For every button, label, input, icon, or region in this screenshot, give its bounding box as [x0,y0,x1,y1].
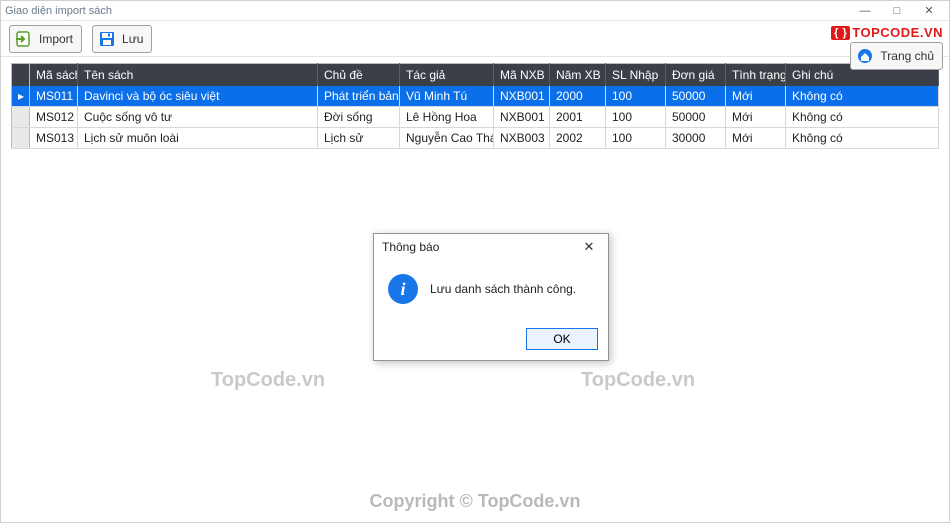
dialog-close-button[interactable]: ✕ [576,237,602,257]
info-icon: i [388,274,418,304]
dialog-backdrop: Thông báo ✕ i Lưu danh sách thành công. … [1,1,949,522]
dialog-message: Lưu danh sách thành công. [430,282,576,296]
dialog-titlebar[interactable]: Thông báo ✕ [374,234,608,260]
dialog-ok-button[interactable]: OK [526,328,598,350]
message-dialog: Thông báo ✕ i Lưu danh sách thành công. … [373,233,609,361]
dialog-title-text: Thông báo [382,240,439,254]
